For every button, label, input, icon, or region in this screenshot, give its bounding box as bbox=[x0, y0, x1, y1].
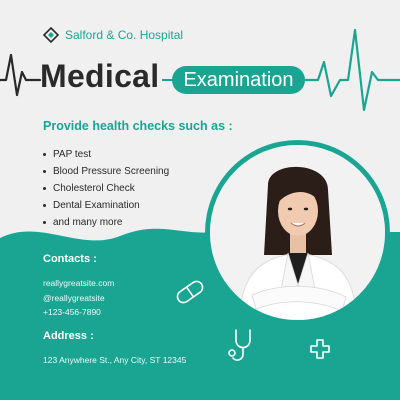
address-heading: Address : bbox=[43, 330, 94, 342]
doctor-illustration bbox=[210, 145, 385, 320]
address-line: 123 Anywhere St., Any City, ST 12345 bbox=[43, 355, 187, 365]
brand-header: Salford & Co. Hospital bbox=[43, 27, 183, 43]
heartbeat-line-right bbox=[303, 28, 400, 112]
contact-website[interactable]: reallygreatsite.com bbox=[43, 278, 114, 288]
hospital-name: Salford & Co. Hospital bbox=[65, 28, 184, 42]
title-medical: Medical bbox=[40, 58, 160, 94]
checks-heading: Provide health checks such as : bbox=[43, 119, 233, 133]
heartbeat-line-left bbox=[0, 53, 42, 97]
contacts-heading: Contacts : bbox=[43, 253, 97, 265]
hospital-logo-icon bbox=[43, 27, 59, 43]
title-examination-pill: Examination bbox=[172, 66, 305, 94]
contact-handle[interactable]: @reallygreatsite bbox=[43, 293, 105, 303]
list-item: Cholesterol Check bbox=[43, 180, 169, 197]
doctor-photo bbox=[210, 145, 385, 320]
list-item: Dental Examination bbox=[43, 197, 169, 214]
list-item: and many more bbox=[43, 214, 169, 231]
contact-phone[interactable]: +123-456-7890 bbox=[43, 307, 101, 317]
list-item: Blood Pressure Screening bbox=[43, 163, 169, 180]
list-item: PAP test bbox=[43, 146, 169, 163]
checks-list: PAP test Blood Pressure Screening Choles… bbox=[43, 146, 169, 231]
